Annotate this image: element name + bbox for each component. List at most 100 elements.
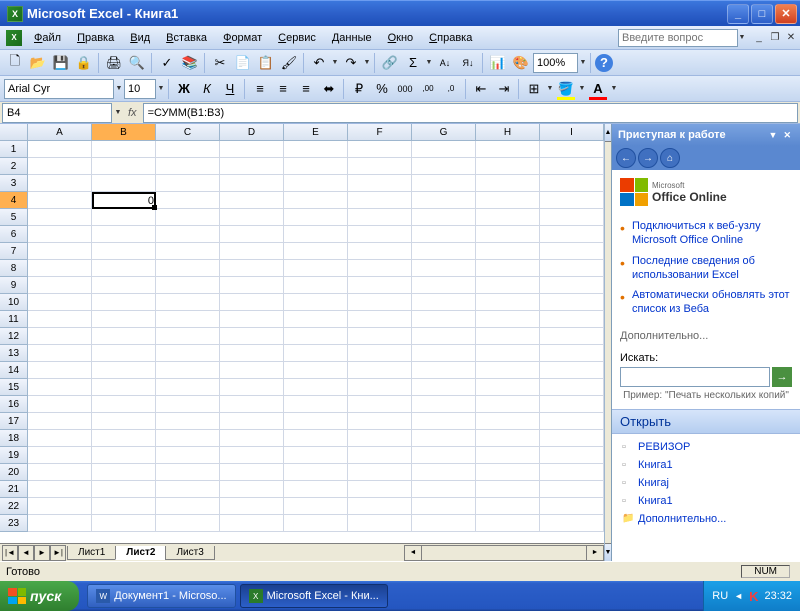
cell-I16[interactable] (540, 396, 604, 413)
cell-G10[interactable] (412, 294, 476, 311)
cell-H9[interactable] (476, 277, 540, 294)
borders-button[interactable]: ⊞ (523, 78, 545, 100)
cell-C18[interactable] (156, 430, 220, 447)
menu-файл[interactable]: Файл (26, 29, 69, 47)
cell-B9[interactable] (92, 277, 156, 294)
cell-C22[interactable] (156, 498, 220, 515)
undo-dropdown-icon[interactable]: ▼ (331, 59, 339, 66)
task-pane-search-go-button[interactable]: → (772, 367, 792, 387)
cell-D22[interactable] (220, 498, 284, 515)
cell-C6[interactable] (156, 226, 220, 243)
cell-G7[interactable] (412, 243, 476, 260)
cell-H11[interactable] (476, 311, 540, 328)
spellcheck-button[interactable]: ✓ (156, 52, 178, 74)
cell-F19[interactable] (348, 447, 412, 464)
cell-H1[interactable] (476, 141, 540, 158)
cell-I17[interactable] (540, 413, 604, 430)
row-header-23[interactable]: 23 (0, 515, 28, 532)
cell-A10[interactable] (28, 294, 92, 311)
cell-I20[interactable] (540, 464, 604, 481)
cell-I2[interactable] (540, 158, 604, 175)
cell-B4[interactable]: 0 (92, 192, 156, 209)
cell-I21[interactable] (540, 481, 604, 498)
column-header-E[interactable]: E (284, 124, 348, 141)
cell-G19[interactable] (412, 447, 476, 464)
cell-D2[interactable] (220, 158, 284, 175)
cell-H14[interactable] (476, 362, 540, 379)
tray-clock[interactable]: 23:32 (764, 590, 792, 602)
cell-C10[interactable] (156, 294, 220, 311)
cell-B12[interactable] (92, 328, 156, 345)
menu-вставка[interactable]: Вставка (158, 29, 215, 47)
cell-H4[interactable] (476, 192, 540, 209)
undo-button[interactable]: ↶ (308, 52, 330, 74)
cell-F16[interactable] (348, 396, 412, 413)
cell-D4[interactable] (220, 192, 284, 209)
cell-F7[interactable] (348, 243, 412, 260)
help-button[interactable]: ? (595, 54, 613, 72)
row-header-18[interactable]: 18 (0, 430, 28, 447)
cell-C23[interactable] (156, 515, 220, 532)
cell-D1[interactable] (220, 141, 284, 158)
row-header-14[interactable]: 14 (0, 362, 28, 379)
row-header-11[interactable]: 11 (0, 311, 28, 328)
cell-A1[interactable] (28, 141, 92, 158)
cell-C7[interactable] (156, 243, 220, 260)
cell-D9[interactable] (220, 277, 284, 294)
cell-F10[interactable] (348, 294, 412, 311)
tab-nav-next-button[interactable]: ► (34, 545, 50, 561)
cell-E12[interactable] (284, 328, 348, 345)
cell-C21[interactable] (156, 481, 220, 498)
name-box[interactable]: B4 (2, 103, 112, 123)
increase-decimal-button[interactable]: ,00 (417, 78, 439, 100)
cell-B22[interactable] (92, 498, 156, 515)
recent-file-link[interactable]: Книга1 (620, 456, 792, 474)
cell-B23[interactable] (92, 515, 156, 532)
row-header-8[interactable]: 8 (0, 260, 28, 277)
system-tray[interactable]: RU ◄ K 23:32 (703, 581, 800, 611)
cell-A7[interactable] (28, 243, 92, 260)
cell-I18[interactable] (540, 430, 604, 447)
cell-E5[interactable] (284, 209, 348, 226)
cell-A22[interactable] (28, 498, 92, 515)
cell-B8[interactable] (92, 260, 156, 277)
column-header-G[interactable]: G (412, 124, 476, 141)
cell-H17[interactable] (476, 413, 540, 430)
cell-H13[interactable] (476, 345, 540, 362)
horizontal-scrollbar[interactable] (404, 545, 604, 561)
cell-B15[interactable] (92, 379, 156, 396)
vertical-scrollbar[interactable] (604, 124, 611, 561)
cell-H6[interactable] (476, 226, 540, 243)
cell-C15[interactable] (156, 379, 220, 396)
cell-D11[interactable] (220, 311, 284, 328)
cell-I1[interactable] (540, 141, 604, 158)
cell-I14[interactable] (540, 362, 604, 379)
cell-E23[interactable] (284, 515, 348, 532)
cell-A20[interactable] (28, 464, 92, 481)
cell-F15[interactable] (348, 379, 412, 396)
row-header-6[interactable]: 6 (0, 226, 28, 243)
row-header-10[interactable]: 10 (0, 294, 28, 311)
cut-button[interactable]: ✂ (209, 52, 231, 74)
cell-C8[interactable] (156, 260, 220, 277)
cell-B7[interactable] (92, 243, 156, 260)
row-header-22[interactable]: 22 (0, 498, 28, 515)
cell-D6[interactable] (220, 226, 284, 243)
task-pane-close-button[interactable]: ✕ (780, 130, 794, 141)
close-button[interactable]: ✕ (775, 4, 797, 24)
cell-B14[interactable] (92, 362, 156, 379)
cell-A18[interactable] (28, 430, 92, 447)
cell-D3[interactable] (220, 175, 284, 192)
row-header-21[interactable]: 21 (0, 481, 28, 498)
cell-G18[interactable] (412, 430, 476, 447)
cell-I4[interactable] (540, 192, 604, 209)
kaspersky-tray-icon[interactable]: K (749, 589, 758, 604)
cell-C11[interactable] (156, 311, 220, 328)
cell-H3[interactable] (476, 175, 540, 192)
column-header-B[interactable]: B (92, 124, 156, 141)
align-center-button[interactable]: ≡ (272, 78, 294, 100)
font-name-select[interactable]: Arial Cyr (4, 79, 114, 99)
menu-правка[interactable]: Правка (69, 29, 122, 47)
row-header-15[interactable]: 15 (0, 379, 28, 396)
cell-B18[interactable] (92, 430, 156, 447)
